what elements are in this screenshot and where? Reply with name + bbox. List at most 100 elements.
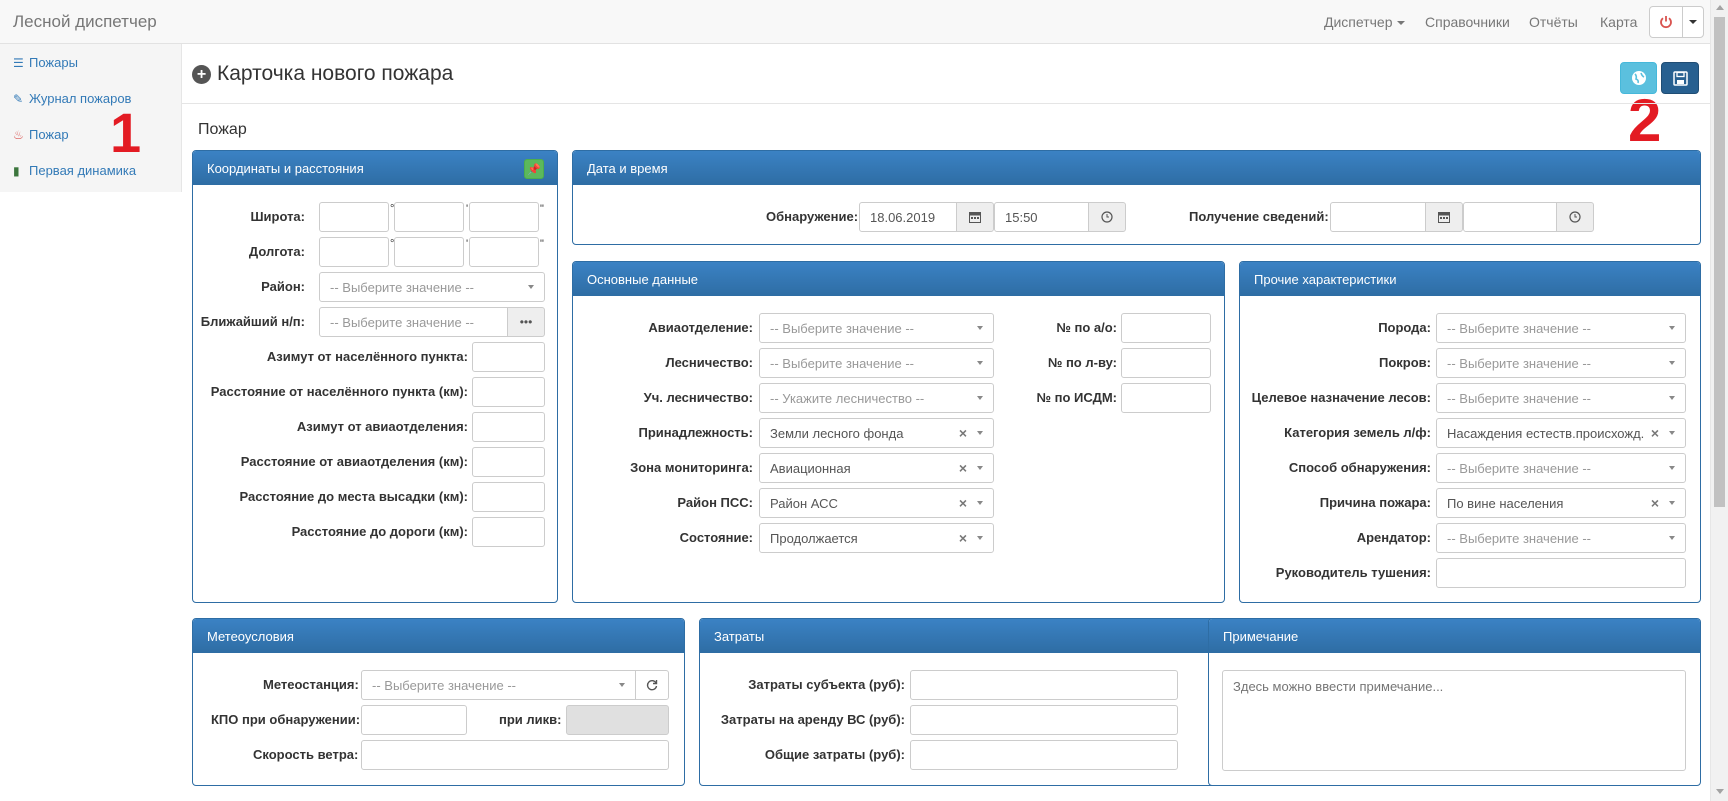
state-select[interactable]: Продолжается × <box>759 523 994 553</box>
subject-costs-input[interactable] <box>910 670 1178 700</box>
azimuth-settlement-input[interactable] <box>472 342 545 372</box>
avia-dept-label: Авиаотделение: <box>648 320 753 335</box>
latitude-degrees-input[interactable] <box>319 202 389 232</box>
clear-icon[interactable]: × <box>1651 495 1659 511</box>
costs-panel-header: Затраты <box>700 619 1223 653</box>
distance-settlement-input[interactable] <box>472 377 545 407</box>
clear-icon[interactable]: × <box>959 425 967 441</box>
pin-icon[interactable]: 📌 <box>524 159 544 179</box>
note-textarea[interactable] <box>1222 670 1686 771</box>
clear-icon[interactable]: × <box>959 495 967 511</box>
refresh-button[interactable] <box>635 670 669 700</box>
bar-chart-icon: ▮ <box>13 164 20 178</box>
aircraft-rent-costs-input[interactable] <box>910 705 1178 735</box>
clear-icon[interactable]: × <box>959 460 967 476</box>
other-characteristics-panel: Прочие характеристики Порода: -- Выберит… <box>1239 261 1701 603</box>
scrollbar-thumb[interactable] <box>1714 17 1725 507</box>
map-button[interactable] <box>1620 62 1657 94</box>
detection-time-input[interactable]: 15:50 <box>994 202 1089 232</box>
nav-references[interactable]: Справочники <box>1425 14 1510 30</box>
nav-map[interactable]: Карта <box>1600 14 1637 30</box>
forestry-select[interactable]: -- Выберите значение -- <box>759 348 994 378</box>
number-avia-input[interactable] <box>1121 313 1211 343</box>
fire-cause-select[interactable]: По вине населения × <box>1436 488 1686 518</box>
sub-forestry-select[interactable]: -- Укажите лесничество -- <box>759 383 994 413</box>
distance-avia-input[interactable] <box>472 447 545 477</box>
calendar-button[interactable] <box>1425 202 1463 232</box>
distance-settlement-label: Расстояние от населённого пункта (км): <box>210 384 468 399</box>
subject-costs-label: Затраты субъекта (руб): <box>748 677 905 692</box>
calendar-button[interactable] <box>956 202 994 232</box>
info-time-input[interactable] <box>1463 202 1557 232</box>
azimuth-avia-input[interactable] <box>472 412 545 442</box>
save-button[interactable] <box>1661 62 1699 94</box>
state-label: Состояние: <box>679 530 753 545</box>
breed-select[interactable]: -- Выберите значение -- <box>1436 313 1686 343</box>
cover-select[interactable]: -- Выберите значение -- <box>1436 348 1686 378</box>
sidebar-item-fires[interactable]: ☰ Пожары <box>13 55 78 70</box>
land-category-value: Насаждения естеств.происхожд. <box>1447 425 1645 441</box>
number-forestry-label: № по л-ву: <box>1047 355 1117 370</box>
pss-district-select[interactable]: Район АСС × <box>759 488 994 518</box>
longitude-seconds-input[interactable] <box>469 237 539 267</box>
info-date-input[interactable] <box>1330 202 1426 232</box>
minute-symbol: ' <box>466 238 469 250</box>
nav-dispatcher[interactable]: Диспетчер <box>1324 14 1406 30</box>
annotation-number-1: 1 <box>110 101 142 164</box>
latitude-minutes-input[interactable] <box>394 202 464 232</box>
distance-road-input[interactable] <box>472 517 545 547</box>
clock-button[interactable] <box>1088 202 1126 232</box>
app-brand[interactable]: Лесной диспетчер <box>13 12 157 32</box>
kpo-liquidation-label: при ликв: <box>499 712 562 727</box>
land-category-select[interactable]: Насаждения естеств.происхожд. × <box>1436 418 1686 448</box>
plus-circle-icon: + <box>192 65 211 84</box>
nearest-settlement-label: Ближайший н/п: <box>200 314 305 329</box>
meteo-station-select[interactable]: -- Выберите значение -- <box>361 670 636 700</box>
clock-icon <box>1101 211 1113 223</box>
app-window: Лесной диспетчер Диспетчер Справочники О… <box>0 0 1728 801</box>
tenant-value: -- Выберите значение -- <box>1447 530 1591 546</box>
latitude-seconds-input[interactable] <box>469 202 539 232</box>
district-select[interactable]: -- Выберите значение -- <box>319 272 545 302</box>
clock-button[interactable] <box>1556 202 1594 232</box>
more-button[interactable]: ••• <box>507 307 545 337</box>
datetime-panel: Дата и время Обнаружение: 18.06.2019 15:… <box>572 150 1701 245</box>
sidebar-item-label: Пожары <box>29 55 78 70</box>
ownership-select[interactable]: Земли лесного фонда × <box>759 418 994 448</box>
clear-icon[interactable]: × <box>959 530 967 546</box>
total-costs-input[interactable] <box>910 740 1178 770</box>
longitude-degrees-input[interactable] <box>319 237 389 267</box>
coordinates-panel-header: Координаты и расстояния 📌 <box>193 151 557 185</box>
firefighting-leader-input[interactable] <box>1436 558 1686 588</box>
power-button[interactable] <box>1650 7 1683 37</box>
datetime-panel-header: Дата и время <box>573 151 1700 185</box>
nearest-settlement-select[interactable]: -- Выберите значение -- <box>319 307 508 337</box>
monitoring-zone-select[interactable]: Авиационная × <box>759 453 994 483</box>
number-forestry-input[interactable] <box>1121 348 1211 378</box>
distance-landing-input[interactable] <box>472 482 545 512</box>
detection-method-value: -- Выберите значение -- <box>1447 460 1591 476</box>
longitude-minutes-input[interactable] <box>394 237 464 267</box>
forest-purpose-select[interactable]: -- Выберите значение -- <box>1436 383 1686 413</box>
detection-date-input[interactable]: 18.06.2019 <box>859 202 957 232</box>
kpo-detection-input[interactable] <box>361 705 467 735</box>
number-isdm-input[interactable] <box>1121 383 1211 413</box>
avia-dept-select[interactable]: -- Выберите значение -- <box>759 313 994 343</box>
scroll-down-icon[interactable] <box>1716 789 1724 794</box>
tenant-select[interactable]: -- Выберите значение -- <box>1436 523 1686 553</box>
vertical-scrollbar[interactable] <box>1710 0 1728 801</box>
nav-reports[interactable]: Отчёты <box>1529 14 1578 30</box>
scroll-up-icon[interactable] <box>1716 5 1724 10</box>
wind-speed-input[interactable] <box>361 740 669 770</box>
clear-icon[interactable]: × <box>1651 425 1659 441</box>
forest-purpose-value: -- Выберите значение -- <box>1447 390 1591 406</box>
sidebar-item-fire[interactable]: ♨ Пожар <box>13 127 69 142</box>
detection-method-select[interactable]: -- Выберите значение -- <box>1436 453 1686 483</box>
tenant-label: Арендатор: <box>1356 530 1431 545</box>
datetime-panel-title: Дата и время <box>587 161 668 176</box>
wind-speed-label: Скорость ветра: <box>253 747 359 762</box>
ownership-label: Принадлежность: <box>638 425 753 440</box>
power-dropdown-toggle[interactable] <box>1683 7 1703 37</box>
costs-panel: Затраты Затраты субъекта (руб): Затраты … <box>699 618 1224 786</box>
sidebar-item-first-dynamics[interactable]: ▮ Первая динамика <box>13 163 136 178</box>
